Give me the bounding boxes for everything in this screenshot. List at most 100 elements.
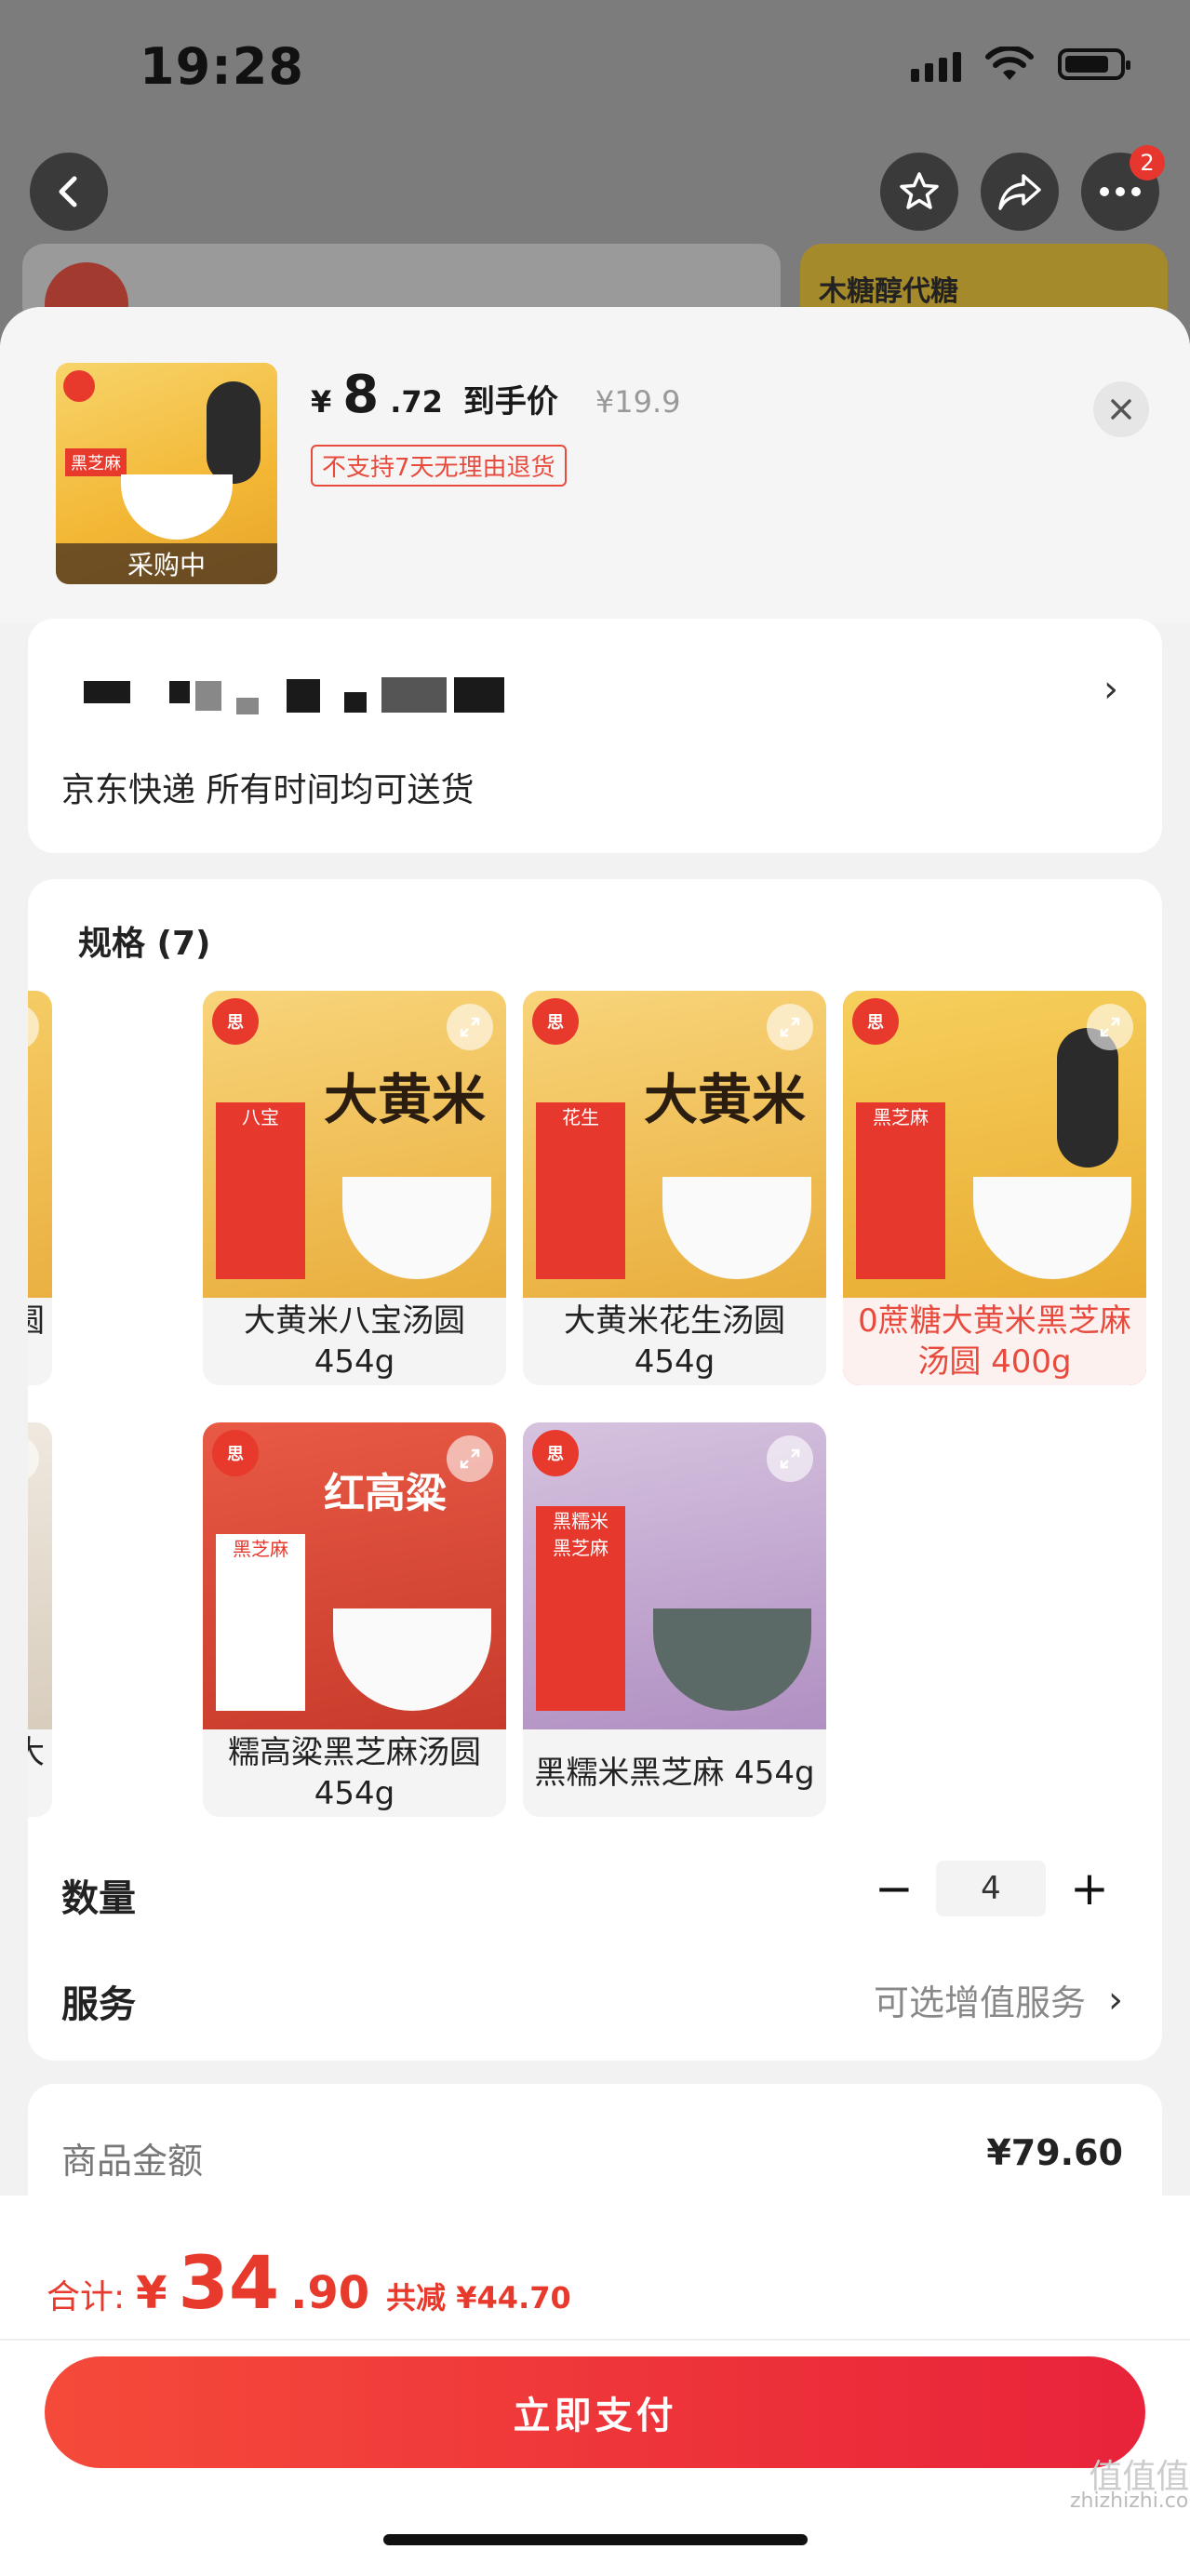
thumb-status-tag: 采购中 (56, 543, 277, 584)
status-time: 19:28 (140, 37, 304, 96)
amount-value: ¥79.60 (986, 2132, 1123, 2173)
bowl-graphic (662, 1177, 811, 1279)
option-tag: 花生 (536, 1102, 625, 1279)
delivery-text: 京东快递 所有时间均可送货 (61, 771, 475, 809)
expand-icon[interactable] (28, 1435, 39, 1482)
service-label: 服务 (61, 1983, 136, 2026)
address-redacted-block (287, 679, 320, 713)
divider (0, 2339, 1190, 2341)
address-chevron-icon: › (1103, 668, 1118, 711)
pay-now-button[interactable]: 立即支付 (45, 2356, 1145, 2468)
spec-option-2[interactable]: 思 花生 大黄米 大黄米花生汤圆 454g (523, 991, 826, 1385)
expand-icon[interactable] (447, 1435, 493, 1482)
spec-option-name: 黑糯米黑芝麻 454g (523, 1729, 826, 1817)
notification-badge: 2 (1130, 145, 1165, 180)
price-label: 到手价 (462, 383, 558, 420)
brand-logo-icon: 思 (532, 1430, 579, 1476)
spec-option-name: 大黄米花生汤圆 454g (523, 1298, 826, 1385)
watermark: 值值值 zhizhizhi.com (1070, 2458, 1190, 2514)
spec-option-name: 0蔗糖大黄米黑芝麻 汤圆 400g (843, 1298, 1146, 1385)
product-logo-text: 红高粱 (324, 1470, 447, 1517)
spec-option-3-selected[interactable]: 思 黑芝麻 0蔗糖大黄米黑芝麻 汤圆 400g (843, 991, 1146, 1385)
no-return-tag: 不支持7天无理由退货 (311, 445, 567, 487)
spec-option-name: 麻花生大 454g (28, 1729, 52, 1817)
zero-graphic (207, 381, 261, 484)
quantity-stepper: − 4 + (875, 1861, 1109, 1916)
spec-grid: 芝麻汤圆 54g 思 八宝 大黄米 大黄米八宝汤圆 454g 思 花生 大黄米 … (28, 991, 1162, 1828)
status-icons (911, 47, 1130, 82)
address-redacted-block (236, 698, 259, 714)
bowl-graphic (333, 1608, 491, 1711)
address-redacted-block (381, 677, 447, 713)
address-redacted-block (84, 681, 130, 703)
star-icon (900, 172, 939, 209)
address-redacted-block (169, 681, 190, 703)
address-card[interactable] (28, 619, 1162, 853)
option-tag: 黑糯米 黑芝麻 (536, 1506, 625, 1711)
total-row: 合计: ¥34.90 共减 ¥44.70 (47, 2242, 571, 2326)
spec-title: 规格 (7) (78, 925, 211, 963)
background-banner-text: 木糖醇代糖 (819, 275, 958, 308)
share-button[interactable] (981, 153, 1059, 231)
brand-logo-icon: 思 (532, 998, 579, 1045)
product-logo-text: 大黄米 (324, 1068, 487, 1131)
spec-option-1[interactable]: 思 八宝 大黄米 大黄米八宝汤圆 454g (203, 991, 506, 1385)
original-price: ¥19.9 (595, 384, 681, 420)
spec-option-0[interactable]: 芝麻汤圆 54g (28, 991, 52, 1385)
option-tag: 八宝 (216, 1102, 305, 1279)
close-button[interactable] (1093, 381, 1149, 437)
back-button[interactable] (30, 153, 108, 231)
wifi-icon (985, 47, 1034, 80)
total-saving: 共减 ¥44.70 (386, 2280, 571, 2316)
option-tag: 黑芝麻 (216, 1534, 305, 1711)
more-icon (1100, 187, 1141, 196)
thumb-badge: 黑芝麻 (65, 448, 127, 476)
watermark-line1: 值值值 (1089, 2458, 1190, 2496)
total-currency: ¥ (136, 2267, 167, 2319)
address-redacted-block (195, 681, 221, 711)
expand-icon[interactable] (1087, 1004, 1133, 1050)
chevron-right-icon: › (1108, 1978, 1123, 2022)
share-icon (998, 174, 1041, 210)
spec-option-name: 糯高粱黑芝麻汤圆 454g (203, 1729, 506, 1817)
option-tag: 黑芝麻 (856, 1102, 945, 1279)
brand-logo-icon (63, 370, 95, 402)
spec-option-name: 芝麻汤圆 54g (28, 1298, 52, 1385)
amount-label: 商品金额 (61, 2141, 204, 2182)
total-decimal: .90 (290, 2267, 370, 2319)
purchase-sheet: 黑芝麻 采购中 ¥8 .72 到手价 ¥19.9 不支持7天无理由退货 › 京东快… (0, 307, 1190, 2576)
bowl-graphic (342, 1177, 491, 1279)
bowl-graphic (973, 1177, 1131, 1279)
favorite-button[interactable] (880, 153, 958, 231)
spec-option-6[interactable]: 思 黑糯米 黑芝麻 黑糯米黑芝麻 454g (523, 1422, 826, 1817)
brand-logo-icon: 思 (852, 998, 899, 1045)
home-indicator[interactable] (383, 2534, 808, 2545)
address-redacted-block (344, 692, 367, 713)
expand-icon[interactable] (28, 1004, 39, 1050)
service-selector[interactable]: 可选增值服务 › (874, 1974, 1123, 2025)
brand-logo-icon: 思 (212, 998, 259, 1045)
spec-option-4[interactable]: 麻花生大 454g (28, 1422, 52, 1817)
cellular-icon (911, 47, 961, 82)
product-logo-text: 大黄米 (644, 1068, 807, 1131)
watermark-line2: zhizhizhi.com (1070, 2489, 1190, 2513)
spec-option-name: 大黄米八宝汤圆 454g (203, 1298, 506, 1385)
more-button[interactable]: 2 (1081, 145, 1165, 231)
bowl-graphic (653, 1608, 811, 1711)
address-redacted-block (454, 677, 504, 713)
expand-icon[interactable] (767, 1004, 813, 1050)
price-row: ¥8 .72 到手价 ¥19.9 (311, 365, 681, 425)
quantity-input[interactable]: 4 (936, 1861, 1046, 1916)
quantity-label: 数量 (61, 1877, 136, 1920)
price-decimal: .72 (390, 384, 443, 420)
price-currency: ¥ (311, 384, 332, 420)
battery-icon (1058, 48, 1130, 80)
decrement-button[interactable]: − (875, 1862, 914, 1915)
increment-button[interactable]: + (1070, 1862, 1109, 1915)
close-icon (1111, 399, 1131, 420)
expand-icon[interactable] (767, 1435, 813, 1482)
product-thumbnail[interactable]: 黑芝麻 采购中 (56, 363, 277, 584)
spec-option-5[interactable]: 思 黑芝麻 红高粱 糯高粱黑芝麻汤圆 454g (203, 1422, 506, 1817)
chevron-left-icon (59, 176, 77, 207)
expand-icon[interactable] (447, 1004, 493, 1050)
